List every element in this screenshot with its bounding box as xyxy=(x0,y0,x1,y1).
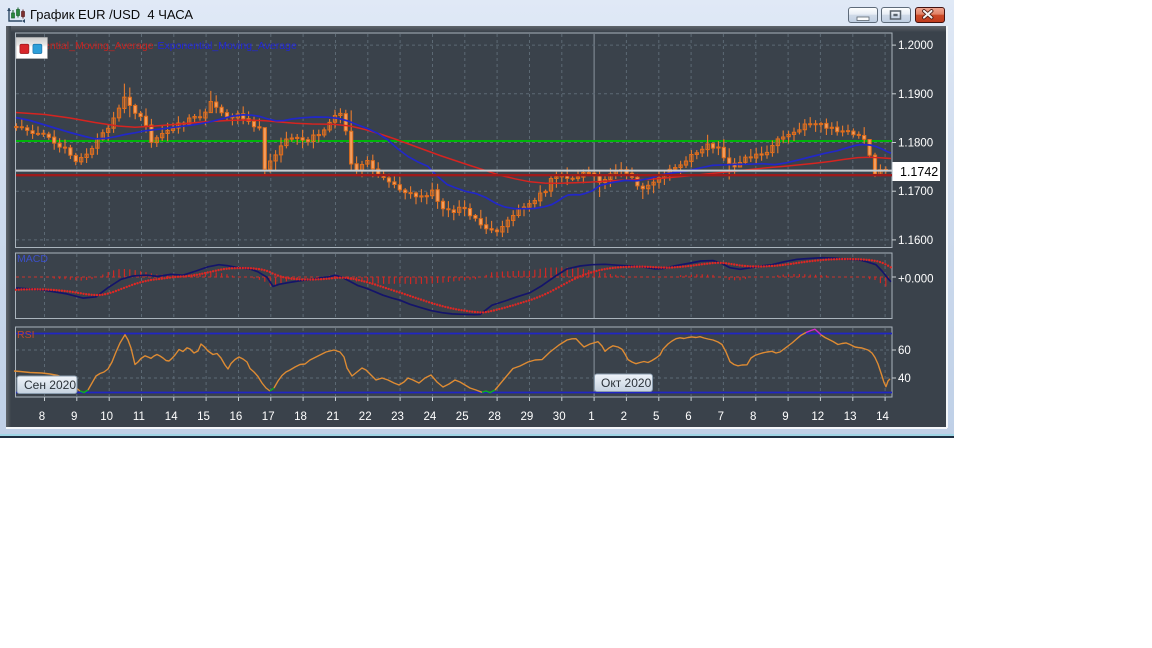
svg-text:8: 8 xyxy=(750,411,756,423)
svg-text:7: 7 xyxy=(718,411,724,423)
svg-text:+0.000: +0.000 xyxy=(898,274,934,286)
svg-text:13: 13 xyxy=(844,411,857,423)
svg-text:1.1700: 1.1700 xyxy=(898,186,933,198)
svg-text:9: 9 xyxy=(71,411,77,423)
svg-text:1: 1 xyxy=(588,411,594,423)
svg-text:Сен 2020: Сен 2020 xyxy=(24,378,76,392)
svg-text:Exponential_Moving_Average: Exponential_Moving_Average xyxy=(158,40,297,52)
svg-text:15: 15 xyxy=(197,411,210,423)
svg-text:14: 14 xyxy=(876,411,889,423)
svg-text:18: 18 xyxy=(294,411,307,423)
svg-text:1.1600: 1.1600 xyxy=(898,235,933,247)
svg-text:1.1900: 1.1900 xyxy=(898,89,933,101)
svg-text:8: 8 xyxy=(39,411,45,423)
svg-text:RSI: RSI xyxy=(17,329,35,341)
svg-text:Окт 2020: Окт 2020 xyxy=(601,376,652,390)
svg-text:24: 24 xyxy=(424,411,437,423)
svg-text:2: 2 xyxy=(621,411,627,423)
svg-text:MACD: MACD xyxy=(17,253,48,265)
svg-text:21: 21 xyxy=(327,411,340,423)
svg-text:12: 12 xyxy=(811,411,824,423)
svg-text:17: 17 xyxy=(262,411,275,423)
svg-text:6: 6 xyxy=(685,411,691,423)
svg-text:ential_Moving_Average: ential_Moving_Average xyxy=(44,40,154,52)
svg-text:10: 10 xyxy=(100,411,113,423)
svg-text:9: 9 xyxy=(782,411,788,423)
svg-text:60: 60 xyxy=(898,345,911,357)
svg-text:22: 22 xyxy=(359,411,372,423)
svg-text:29: 29 xyxy=(521,411,534,423)
svg-text:11: 11 xyxy=(133,411,145,423)
svg-text:23: 23 xyxy=(391,411,404,423)
svg-text:1.2000: 1.2000 xyxy=(898,40,933,52)
svg-text:14: 14 xyxy=(165,411,178,423)
svg-text:25: 25 xyxy=(456,411,469,423)
svg-text:30: 30 xyxy=(553,411,566,423)
svg-text:16: 16 xyxy=(230,411,243,423)
svg-text:40: 40 xyxy=(898,373,911,385)
svg-text:1.1742: 1.1742 xyxy=(900,165,938,179)
svg-text:1.1800: 1.1800 xyxy=(898,138,933,150)
svg-text:28: 28 xyxy=(488,411,501,423)
svg-text:5: 5 xyxy=(653,411,659,423)
